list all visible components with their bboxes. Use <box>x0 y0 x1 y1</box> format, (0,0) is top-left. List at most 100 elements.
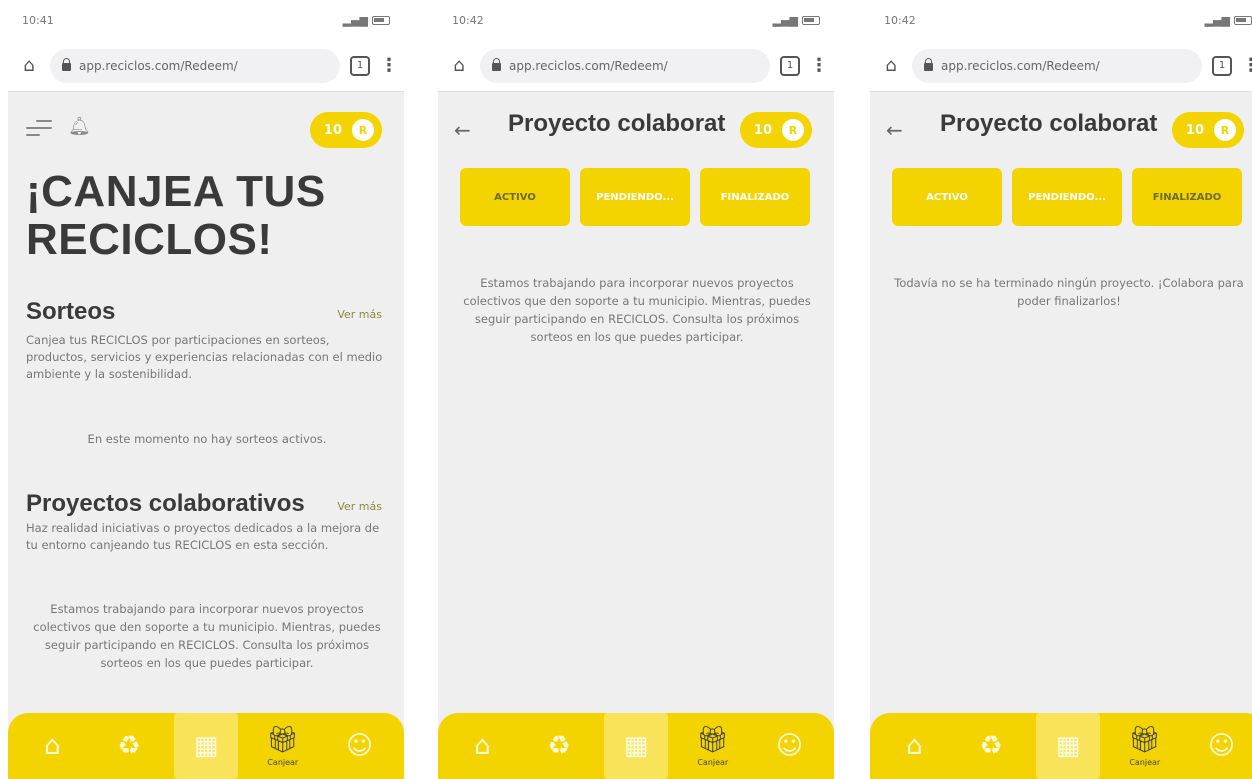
tabs-count-button[interactable]: 1 <box>1212 55 1232 76</box>
proyectos-description: Haz realidad iniciativas o proyectos ded… <box>26 521 380 552</box>
sorteos-empty-message: En este momento no hay sorteos activos. <box>87 432 327 446</box>
battery-icon <box>1234 15 1252 25</box>
signal-icon: ▂▄▆ <box>772 13 798 27</box>
home-nav-icon: ⌂ <box>906 731 923 761</box>
menu-icon[interactable] <box>26 120 52 141</box>
scan-icon: ▦ <box>1055 731 1081 761</box>
url-field[interactable]: app.reciclos.com/Redeem/ <box>50 48 340 83</box>
url-text: app.reciclos.com/Redeem/ <box>941 58 1100 73</box>
browser-menu-icon[interactable]: ⋮ <box>380 55 398 76</box>
tab-pendiente[interactable]: Pendiendo... <box>1012 168 1122 226</box>
page-title: Proyecto colaborat <box>508 110 726 137</box>
reciclos-balance-badge[interactable]: 10 R <box>309 112 382 148</box>
tab-activo[interactable]: Activo <box>460 168 570 226</box>
nav-home[interactable]: ⌂ <box>450 716 514 776</box>
nav-profile[interactable]: ☺ <box>328 716 392 776</box>
battery-icon <box>372 15 390 25</box>
lock-icon <box>492 58 501 71</box>
signal-icon: ▂▄▆ <box>342 13 368 27</box>
status-bar: 10:41 ▂▄▆ <box>8 0 404 40</box>
phone-screen-proyectos-activo: 10:42 ▂▄▆ ⌂ app.reciclos.com/Redeem/ 1 ⋮… <box>438 0 834 779</box>
browser-url-bar: ⌂ app.reciclos.com/Redeem/ 1 ⋮ <box>438 40 834 92</box>
page-title: ¡CANJEA TUS RECICLOS! <box>26 167 326 264</box>
phone-screen-proyectos-finalizado: 10:42 ▂▄▆ ⌂ app.reciclos.com/Redeem/ 1 ⋮… <box>870 0 1252 779</box>
status-time: 10:42 <box>884 13 916 27</box>
nav-home[interactable]: ⌂ <box>882 716 946 776</box>
bottom-nav: ⌂ ♻ ▦ 🎁︎ Canjear ☺ <box>870 713 1252 779</box>
bell-icon[interactable]: 🔔︎ <box>68 116 91 137</box>
empty-message: Estamos trabajando para incorporar nuevo… <box>463 276 811 344</box>
sorteos-description: Canjea tus RECICLOS por participaciones … <box>26 333 383 381</box>
gift-icon: 🎁︎ <box>696 724 730 755</box>
nav-recycle[interactable]: ♻ <box>959 716 1023 776</box>
status-bar: 10:42 ▂▄▆ <box>870 0 1252 40</box>
proyectos-empty-message: Estamos trabajando para incorporar nuevo… <box>33 602 381 670</box>
tab-finalizado[interactable]: Finalizado <box>700 168 810 226</box>
nav-scan[interactable]: ▦ <box>1035 713 1100 779</box>
nav-scan[interactable]: ▦ <box>603 713 668 779</box>
nav-profile[interactable]: ☺ <box>758 716 822 776</box>
nav-recycle[interactable]: ♻ <box>97 716 161 776</box>
status-time: 10:41 <box>22 13 54 27</box>
nav-recycle[interactable]: ♻ <box>527 716 591 776</box>
reciclos-coin-icon: R <box>782 119 804 141</box>
tabs-count-button[interactable]: 1 <box>350 55 370 76</box>
nav-home[interactable]: ⌂ <box>20 716 84 776</box>
tab-finalizado[interactable]: Finalizado <box>1132 168 1242 226</box>
nav-profile[interactable]: ☺ <box>1190 716 1252 776</box>
lock-icon <box>924 58 933 71</box>
balance-value: 10 <box>753 122 772 138</box>
home-nav-icon: ⌂ <box>44 731 61 761</box>
tabs-count-button[interactable]: 1 <box>780 55 800 76</box>
lock-icon <box>62 58 71 71</box>
proyectos-title: Proyectos colaborativos <box>26 490 305 517</box>
status-bar: 10:42 ▂▄▆ <box>438 0 834 40</box>
balance-value: 10 <box>1185 122 1204 138</box>
reciclos-balance-badge[interactable]: 10 R <box>1171 112 1244 148</box>
url-text: app.reciclos.com/Redeem/ <box>509 58 668 73</box>
project-status-tabs: Activo Pendiendo... Finalizado <box>892 168 1242 226</box>
reciclos-coin-icon: R <box>352 119 374 141</box>
url-field[interactable]: app.reciclos.com/Redeem/ <box>480 48 770 83</box>
tab-activo[interactable]: Activo <box>892 168 1002 226</box>
recycle-icon: ♻ <box>117 731 141 761</box>
browser-menu-icon[interactable]: ⋮ <box>1242 55 1252 76</box>
project-status-tabs: Activo Pendiendo... Finalizado <box>460 168 810 226</box>
nav-canjear[interactable]: 🎁︎ Canjear <box>681 716 745 776</box>
profile-icon: ☺ <box>776 731 804 761</box>
signal-icon: ▂▄▆ <box>1204 13 1230 27</box>
nav-canjear-label: Canjear <box>267 757 299 767</box>
reciclos-balance-badge[interactable]: 10 R <box>739 112 812 148</box>
empty-message: Todavía no se ha terminado ningún proyec… <box>894 276 1244 308</box>
url-field[interactable]: app.reciclos.com/Redeem/ <box>912 48 1202 83</box>
back-arrow-icon[interactable]: ← <box>454 118 471 142</box>
scan-icon: ▦ <box>193 731 219 761</box>
phone-screen-redeem: 10:41 ▂▄▆ ⌂ app.reciclos.com/Redeem/ 1 ⋮… <box>8 0 404 779</box>
scan-icon: ▦ <box>623 731 649 761</box>
battery-icon <box>802 15 820 25</box>
nav-canjear-label: Canjear <box>1129 757 1161 767</box>
home-icon[interactable]: ⌂ <box>448 55 470 77</box>
browser-url-bar: ⌂ app.reciclos.com/Redeem/ 1 ⋮ <box>870 40 1252 92</box>
nav-canjear[interactable]: 🎁︎ Canjear <box>251 716 315 776</box>
back-arrow-icon[interactable]: ← <box>886 118 903 142</box>
url-text: app.reciclos.com/Redeem/ <box>79 58 238 73</box>
home-icon[interactable]: ⌂ <box>880 55 902 77</box>
status-time: 10:42 <box>452 13 484 27</box>
home-nav-icon: ⌂ <box>474 731 491 761</box>
recycle-icon: ♻ <box>979 731 1003 761</box>
proyectos-ver-mas-link[interactable]: Ver más <box>337 500 382 513</box>
reciclos-coin-icon: R <box>1214 119 1236 141</box>
sorteos-title: Sorteos <box>26 298 116 325</box>
browser-url-bar: ⌂ app.reciclos.com/Redeem/ 1 ⋮ <box>8 40 404 92</box>
bottom-nav: ⌂ ♻ ▦ 🎁︎ Canjear ☺ <box>8 713 404 779</box>
sorteos-ver-mas-link[interactable]: Ver más <box>337 308 382 321</box>
nav-scan[interactable]: ▦ <box>173 713 238 779</box>
balance-value: 10 <box>323 122 342 138</box>
nav-canjear[interactable]: 🎁︎ Canjear <box>1113 716 1177 776</box>
profile-icon: ☺ <box>346 731 374 761</box>
home-icon[interactable]: ⌂ <box>18 55 40 77</box>
browser-menu-icon[interactable]: ⋮ <box>810 55 828 76</box>
tab-pendiente[interactable]: Pendiendo... <box>580 168 690 226</box>
nav-canjear-label: Canjear <box>697 757 729 767</box>
